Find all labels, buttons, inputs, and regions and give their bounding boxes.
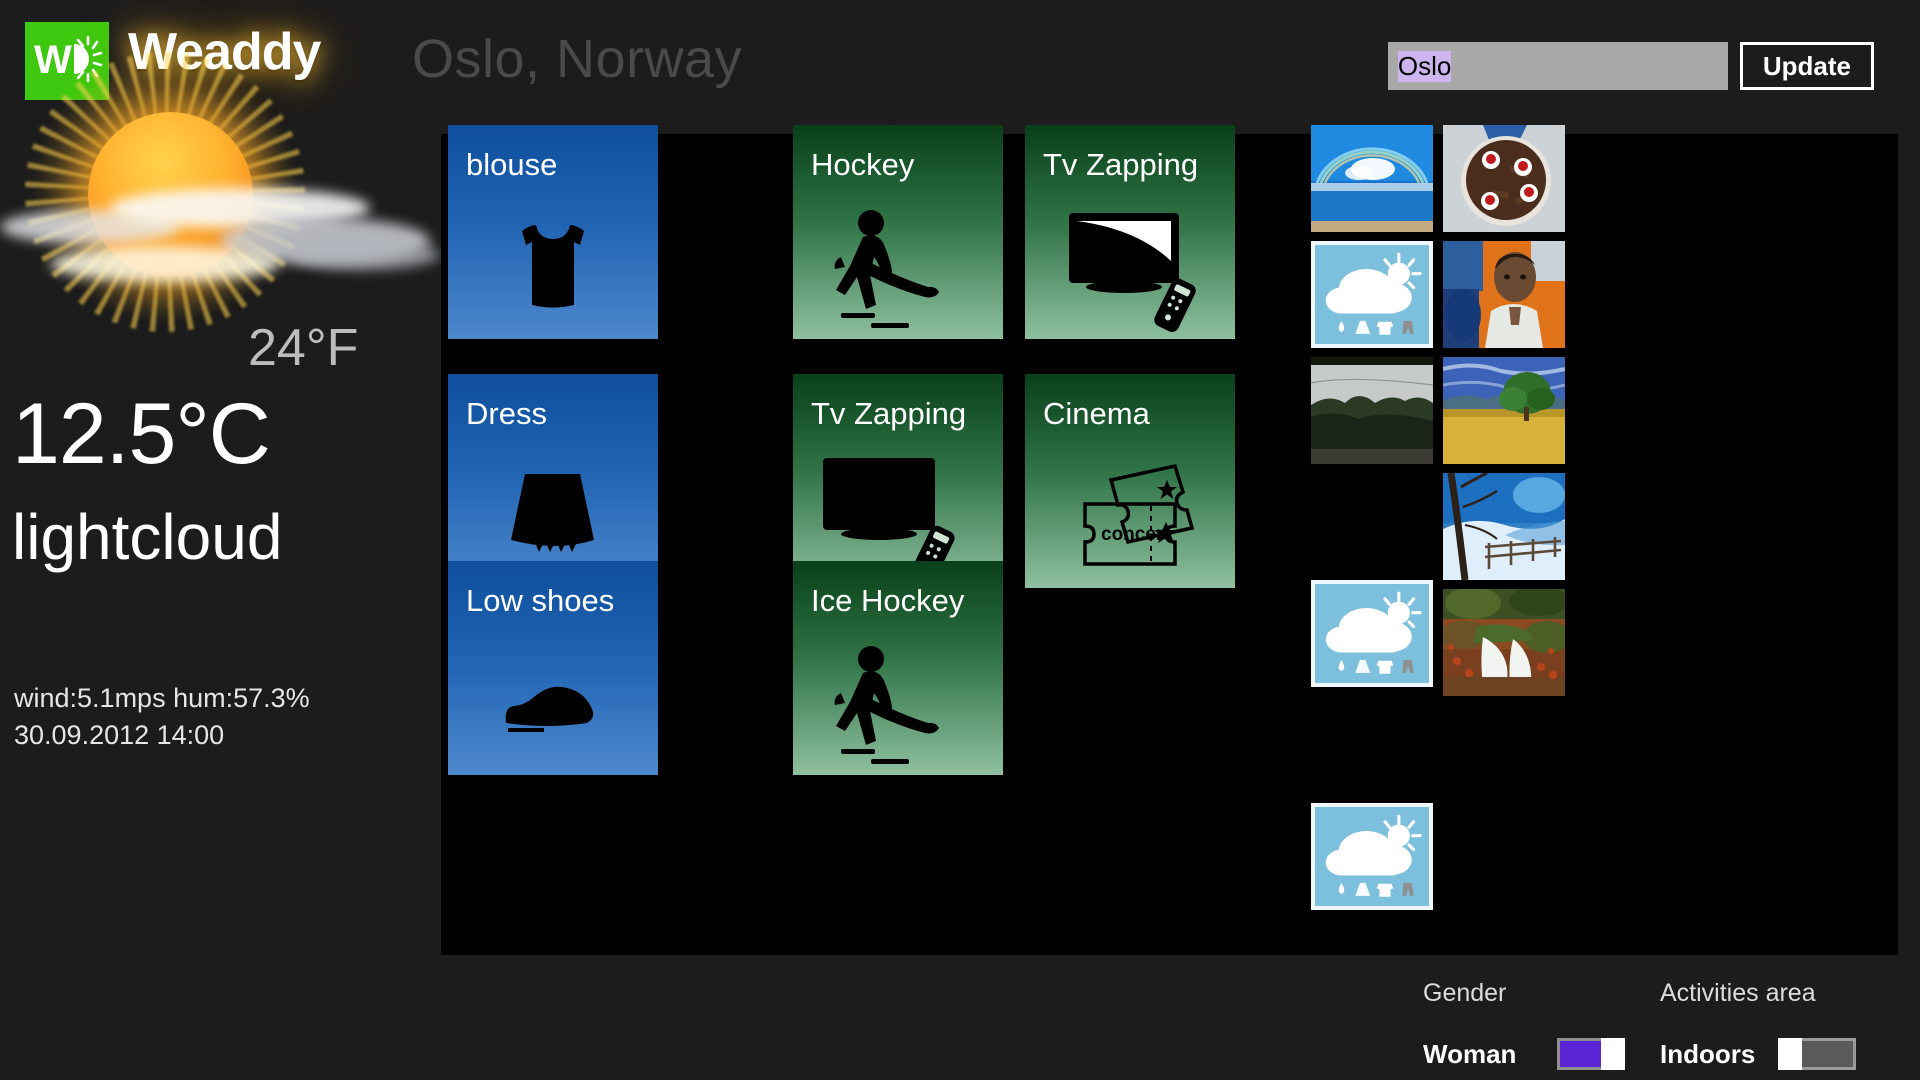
thumbnail-rainbow-beach[interactable] [1311,125,1433,232]
activity-tile-tv-zapping-1[interactable]: Tv Zapping [1025,125,1235,339]
concert-tickets-icon: concert [1083,463,1195,566]
wind-humidity-text: wind:5.1mps hum:57.3% [14,683,310,713]
weather-summary: 24°F 12.5°C lightcloud wind:5.1mps hum:5… [0,52,440,750]
photo-gallery [1311,125,1581,910]
activity-tile-hockey[interactable]: Hockey [793,125,1003,339]
tile-label: Ice Hockey [811,583,965,618]
weather-app-icon [1325,814,1422,897]
tile-label: Low shoes [466,583,615,618]
activity-tile-tv-zapping-2[interactable]: Tv Zapping [793,374,1003,588]
activities-area-value: Indoors [1660,1038,1756,1069]
sun-behind-cloud-icon [0,52,450,332]
activity-tile-ice-hockey[interactable]: Ice Hockey [793,561,1003,775]
tile-label: Dress [466,396,547,431]
winter-fence-photo [1443,473,1565,580]
hockey-player-icon [834,210,939,328]
toggle-thumb [1601,1038,1625,1070]
gender-toggle[interactable] [1541,1038,1625,1070]
activities-area-control: Activities area Indoors [1660,979,1856,1070]
thumbnail-winter-fence[interactable] [1443,473,1565,580]
chocolate-cake-photo [1443,125,1565,232]
tile-label: Cinema [1043,396,1150,431]
shoe-icon [505,686,594,732]
field-tree-photo [1443,357,1565,464]
thumbnail-weather-icon-3[interactable] [1311,803,1433,910]
gender-control: Gender Woman [1423,979,1625,1070]
clothing-tile-low-shoes[interactable]: Low shoes [448,561,658,775]
tile-label: Tv Zapping [811,396,967,431]
activities-area-label: Activities area [1660,979,1816,1007]
thumbnail-autumn-stream[interactable] [1443,589,1565,696]
thumbnail-overcast-road[interactable] [1311,357,1433,464]
thumbnail-chocolate-cake[interactable] [1443,125,1565,232]
thumbnail-field-tree[interactable] [1443,357,1565,464]
activities-area-toggle[interactable] [1778,1038,1856,1070]
hockey-player-icon [834,646,939,764]
weather-app-icon [1325,591,1422,674]
person-desk-photo [1443,241,1565,348]
temperature-fahrenheit: 24°F [248,319,359,377]
rainbow-beach-photo [1311,125,1433,232]
thumbnail-weather-icon-2[interactable] [1311,580,1433,687]
tile-label: blouse [466,147,558,182]
observation-timestamp: 30.09.2012 14:00 [14,720,225,750]
update-button[interactable]: Update [1739,42,1874,90]
tank-top-icon [522,225,584,308]
weather-condition: lightcloud [12,501,283,573]
activity-tile-cinema[interactable]: Cinema concert [1025,374,1235,588]
gender-value: Woman [1423,1038,1517,1069]
settings-bar: Gender Woman Activities area Indoors [0,955,1920,1080]
gender-label: Gender [1423,979,1507,1007]
autumn-stream-photo [1443,589,1565,696]
toggle-track [1794,1038,1856,1070]
temperature-celsius: 12.5°C [12,386,271,482]
toggle-thumb [1778,1038,1802,1070]
clothing-tile-dress[interactable]: Dress [448,374,658,588]
recommendations-panel: blouse Dress Low shoes Hockey Tv Zapping… [441,125,1898,955]
weather-meta: wind:5.1mps hum:57.3% 30.09.2012 14:00 [14,680,310,754]
overcast-road-photo [1311,357,1433,464]
tile-label: Hockey [811,147,915,182]
tv-remote-icon [1069,213,1196,332]
ticket-text: concert [1101,524,1170,545]
thumbnail-person-desk[interactable] [1443,241,1565,348]
page-title: Oslo, Norway [412,29,743,89]
search-area: Update [1387,42,1874,90]
city-search-input[interactable] [1387,42,1728,90]
weather-app-icon [1325,252,1422,335]
thumbnail-weather-icon-1[interactable] [1311,241,1433,348]
clothing-tile-blouse[interactable]: blouse [448,125,658,339]
tile-label: Tv Zapping [1043,147,1199,182]
